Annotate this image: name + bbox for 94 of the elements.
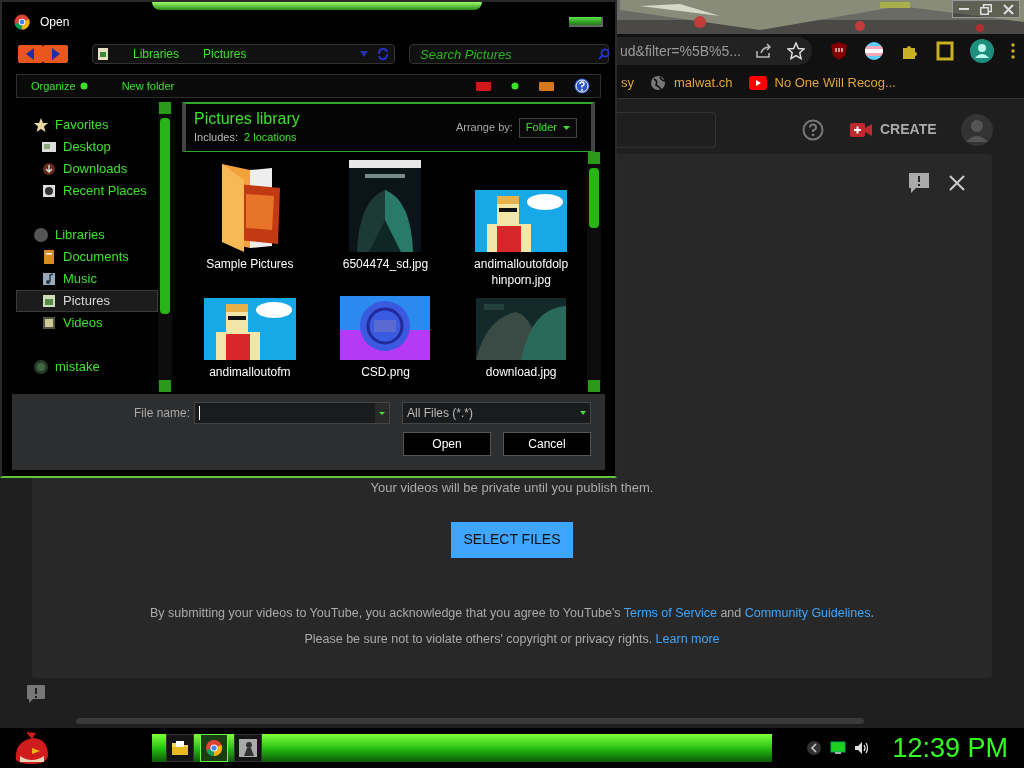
file-type-dropdown[interactable]: All Files (*.*)	[402, 402, 591, 424]
close-icon[interactable]	[948, 174, 966, 192]
homegroup-icon	[33, 359, 49, 375]
new-folder-button[interactable]: New folder	[121, 77, 175, 95]
clock-time: 12:39 PM	[892, 734, 1008, 762]
square-icon[interactable]	[936, 41, 954, 61]
link[interactable]: Learn more	[655, 632, 720, 647]
library-icon	[33, 227, 49, 243]
bookmark[interactable]: sy	[621, 73, 634, 93]
legal-text: By submitting your videos to YouTube, you acknowledge that you agree to YouTube's Terms of Service and Community Guidelines.	[150, 604, 874, 622]
back-button-icon[interactable]	[18, 45, 43, 63]
chevron-icon[interactable]	[806, 740, 823, 756]
downloads-icon	[41, 161, 57, 177]
includes-label: Includes:	[194, 130, 239, 146]
notice-text: Your videos will be private until you publish them.	[370, 479, 654, 497]
file-name[interactable]: download.jpg	[473, 364, 570, 380]
arrange-label: Arrange by:	[455, 120, 513, 136]
legal-text: Please be sure not to violate others' copyright or privacy rights. Learn more	[304, 631, 720, 649]
globe-icon	[650, 75, 666, 91]
caret-icon[interactable]	[375, 403, 389, 423]
minimize-button[interactable]	[569, 17, 603, 27]
create-button[interactable]: CREATE	[850, 119, 937, 140]
file-name[interactable]: Sample Pictures	[201, 256, 298, 272]
caret-icon	[563, 125, 570, 130]
nav-item[interactable]: Videos	[16, 312, 158, 334]
window-title: Open	[40, 14, 70, 31]
bookmark[interactable]: malwat.ch	[650, 73, 733, 93]
star-icon[interactable]	[787, 42, 805, 60]
desktop-icon	[41, 139, 57, 155]
nav-item[interactable]: Recent Places	[16, 180, 158, 202]
scrollbar[interactable]	[158, 102, 172, 392]
scrollbar[interactable]	[587, 152, 601, 392]
restore-icon	[980, 3, 992, 15]
view-icon[interactable]	[476, 81, 491, 91]
circle-logo-icon	[14, 14, 30, 30]
file-name-label: File name:	[133, 405, 190, 422]
play-icon	[748, 76, 767, 90]
preview-icon[interactable]	[539, 81, 554, 91]
dialog-button[interactable]: Open	[403, 432, 491, 456]
organize-button[interactable]: Organize	[31, 77, 88, 95]
file-name[interactable]: andimalloutofm	[201, 364, 298, 380]
link[interactable]: Terms of Service	[623, 605, 717, 620]
address-bar[interactable]: ud&filter=%5B%5...	[616, 37, 812, 65]
search-field[interactable]: Search Pictures	[410, 45, 598, 63]
file-name[interactable]: andimalloutofdolphinporn.jpg	[473, 256, 570, 288]
address-field[interactable]: Libraries Pictures	[92, 44, 395, 64]
locations-link[interactable]: 2 locations	[244, 129, 297, 146]
dot-icon[interactable]	[511, 82, 519, 90]
nav-item[interactable]: Libraries	[16, 224, 158, 246]
dot-icon	[79, 82, 88, 90]
pictures-icon	[41, 293, 57, 309]
nav-item[interactable]: Desktop	[16, 136, 158, 158]
camera-icon	[850, 121, 872, 138]
taskbar-button[interactable]	[166, 734, 194, 762]
menu-icon[interactable]	[1010, 42, 1016, 60]
videos-icon	[41, 315, 57, 331]
nav-item[interactable]: Documents	[16, 246, 158, 268]
search-box[interactable]: Search Pictures	[409, 44, 609, 64]
circle-logo-icon	[205, 739, 223, 757]
share-icon[interactable]	[755, 43, 773, 59]
documents-icon	[41, 249, 57, 265]
recent-icon	[41, 183, 57, 199]
profile-icon[interactable]	[970, 39, 994, 63]
select-files-button[interactable]: SELECT FILES	[451, 521, 573, 558]
bookmark[interactable]: No One Will Recog...	[748, 73, 896, 93]
star-icon	[33, 117, 49, 133]
file-name[interactable]: CSD.png	[337, 364, 434, 380]
figure-icon	[239, 739, 257, 757]
shield-icon[interactable]	[830, 41, 848, 61]
nav-item[interactable]: mistake	[16, 356, 158, 378]
speaker-icon[interactable]	[854, 741, 871, 755]
music-icon	[41, 271, 57, 287]
taskbar-button[interactable]	[234, 734, 262, 762]
nav-item[interactable]: Downloads	[16, 158, 158, 180]
feedback-icon[interactable]	[908, 172, 930, 194]
monitor-icon[interactable]	[830, 741, 847, 755]
close-icon	[1002, 3, 1014, 15]
nav-item[interactable]: Favorites	[16, 114, 158, 136]
caret-icon	[580, 411, 586, 415]
library-title: Pictures library	[194, 109, 300, 130]
arrange-dropdown[interactable]: Folder	[518, 117, 577, 138]
minimize-icon	[959, 8, 969, 10]
folder-icon	[171, 740, 189, 756]
forward-button-icon[interactable]	[43, 45, 68, 63]
breadcrumb-item[interactable]: Libraries	[133, 45, 180, 63]
scrollbar[interactable]	[76, 718, 864, 724]
url-text: ud&filter=%5B%5...	[620, 41, 741, 61]
feedback-icon[interactable]	[26, 684, 46, 704]
breadcrumb-item[interactable]: Pictures	[203, 45, 247, 63]
file-name[interactable]: 6504474_sd.jpg	[337, 256, 434, 272]
nav-item[interactable]: Pictures	[16, 290, 158, 312]
library-icon	[97, 47, 109, 61]
dialog-button[interactable]: Cancel	[503, 432, 591, 456]
nav-item[interactable]: Music	[16, 268, 158, 290]
